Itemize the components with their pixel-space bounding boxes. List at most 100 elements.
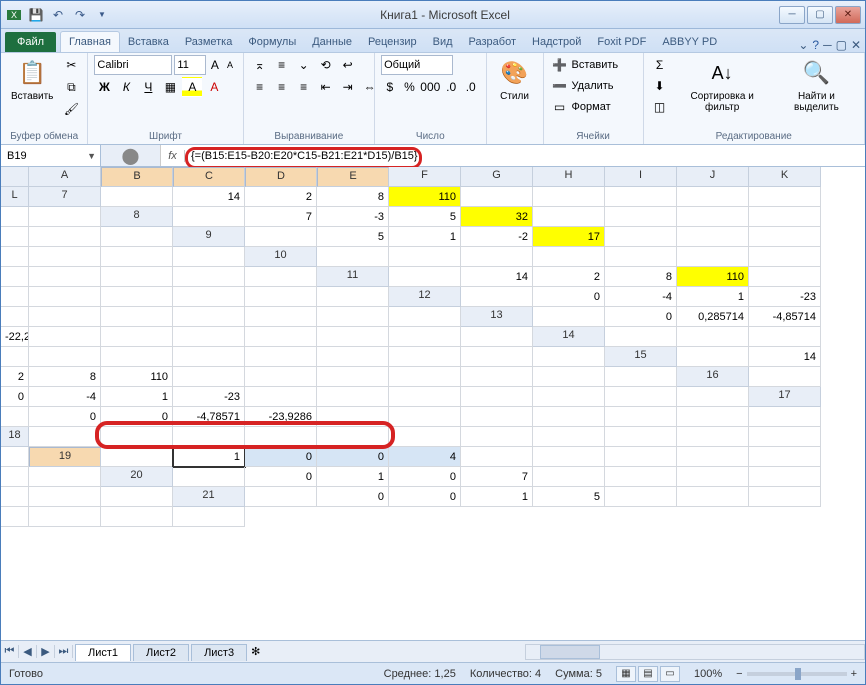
cell[interactable]	[749, 467, 821, 487]
cell[interactable]	[29, 207, 101, 227]
cell[interactable]: 2	[533, 267, 605, 287]
cell[interactable]	[749, 327, 821, 347]
cell[interactable]	[173, 467, 245, 487]
cell[interactable]: 110	[101, 367, 173, 387]
increase-decimal-icon[interactable]: .0	[442, 77, 460, 97]
ribbon-tab-5[interactable]: Рецензир	[360, 32, 425, 52]
cell[interactable]	[533, 387, 605, 407]
cell[interactable]	[605, 447, 677, 467]
row-header[interactable]: 16	[677, 367, 749, 387]
cell[interactable]	[29, 227, 101, 247]
cell[interactable]	[605, 367, 677, 387]
orientation-icon[interactable]: ⟲	[316, 55, 336, 75]
cell[interactable]: 0	[533, 287, 605, 307]
view-pagebreak-icon[interactable]: ▭	[660, 666, 680, 682]
cell[interactable]	[461, 447, 533, 467]
cell[interactable]	[173, 207, 245, 227]
paste-button[interactable]: 📋 Вставить	[7, 55, 57, 104]
cell[interactable]	[749, 187, 821, 207]
cell[interactable]	[29, 267, 101, 287]
number-format-select[interactable]	[381, 55, 453, 75]
cell[interactable]	[677, 407, 749, 427]
cell[interactable]	[101, 267, 173, 287]
cell[interactable]	[461, 287, 533, 307]
cell[interactable]	[245, 427, 317, 447]
find-select-button[interactable]: 🔍 Найти и выделить	[775, 55, 858, 115]
cell[interactable]	[533, 187, 605, 207]
ribbon-tab-7[interactable]: Разработ	[461, 32, 524, 52]
fill-icon[interactable]: ⬇	[650, 76, 670, 96]
cell[interactable]: 0	[317, 487, 389, 507]
cell[interactable]	[317, 327, 389, 347]
fill-color-icon[interactable]: A	[182, 77, 202, 97]
cells-format-button[interactable]: ▭Формат	[550, 97, 611, 117]
undo-icon[interactable]: ↶	[49, 6, 67, 24]
select-all-corner[interactable]	[1, 167, 29, 187]
cell[interactable]	[605, 387, 677, 407]
autosum-icon[interactable]: Σ	[650, 55, 670, 75]
cell[interactable]	[749, 407, 821, 427]
cell[interactable]: -22,2857	[1, 327, 29, 347]
zoom-in-icon[interactable]: +	[851, 668, 857, 680]
cell[interactable]	[677, 447, 749, 467]
cell[interactable]: 17	[533, 227, 605, 247]
cell[interactable]: 1	[101, 387, 173, 407]
cell[interactable]: 0	[389, 467, 461, 487]
cell[interactable]	[101, 307, 173, 327]
column-header[interactable]: J	[677, 167, 749, 187]
qat-dropdown-icon[interactable]: ▼	[93, 6, 111, 24]
ribbon-tab-6[interactable]: Вид	[425, 32, 461, 52]
ribbon-tab-0[interactable]: Главная	[60, 31, 120, 52]
align-middle-icon[interactable]: ≡	[272, 55, 292, 75]
italic-button[interactable]: К	[116, 77, 136, 97]
cell[interactable]	[245, 367, 317, 387]
cell[interactable]	[29, 287, 101, 307]
underline-button[interactable]: Ч	[138, 77, 158, 97]
cell[interactable]: -23	[173, 387, 245, 407]
cell[interactable]: 7	[461, 467, 533, 487]
sheet-nav-next-icon[interactable]: ▶	[37, 645, 55, 658]
inner-close-icon[interactable]: ✕	[851, 38, 861, 52]
cell[interactable]	[389, 327, 461, 347]
ribbon-tab-1[interactable]: Вставка	[120, 32, 177, 52]
cell[interactable]: 110	[677, 267, 749, 287]
cell[interactable]: 0	[389, 487, 461, 507]
cell[interactable]	[389, 267, 461, 287]
sheet-tab-0[interactable]: Лист1	[75, 644, 131, 661]
cell[interactable]	[1, 207, 29, 227]
cell[interactable]	[173, 427, 245, 447]
row-header[interactable]: 15	[605, 347, 677, 367]
ribbon-tab-9[interactable]: Foxit PDF	[589, 32, 654, 52]
cells-insert-button[interactable]: ➕Вставить	[550, 55, 619, 75]
align-left-icon[interactable]: ≡	[250, 77, 270, 97]
cell[interactable]: 8	[317, 187, 389, 207]
cell[interactable]	[677, 227, 749, 247]
cell[interactable]	[677, 467, 749, 487]
chevron-down-icon[interactable]: ▼	[87, 151, 96, 161]
cell[interactable]: 1	[317, 467, 389, 487]
ribbon-tab-2[interactable]: Разметка	[177, 32, 241, 52]
close-button[interactable]: ✕	[835, 6, 861, 24]
maximize-button[interactable]: ▢	[807, 6, 833, 24]
cell[interactable]	[245, 227, 317, 247]
column-header[interactable]: E	[317, 167, 389, 187]
cell[interactable]	[749, 207, 821, 227]
cell[interactable]: 0	[101, 407, 173, 427]
cell[interactable]	[533, 467, 605, 487]
cell[interactable]	[749, 247, 821, 267]
cell[interactable]	[1, 467, 29, 487]
cell[interactable]: 5	[317, 227, 389, 247]
cell[interactable]: -4	[605, 287, 677, 307]
cell[interactable]	[245, 267, 317, 287]
cell[interactable]: 5	[389, 207, 461, 227]
grow-font-icon[interactable]: A	[208, 55, 221, 75]
cell[interactable]	[749, 367, 821, 387]
cell[interactable]	[605, 487, 677, 507]
minimize-button[interactable]: ─	[779, 6, 805, 24]
cell[interactable]	[1, 307, 29, 327]
cell[interactable]: 14	[173, 187, 245, 207]
cell[interactable]: 7	[245, 207, 317, 227]
cell[interactable]	[173, 327, 245, 347]
cell[interactable]	[317, 407, 389, 427]
cell[interactable]	[605, 427, 677, 447]
